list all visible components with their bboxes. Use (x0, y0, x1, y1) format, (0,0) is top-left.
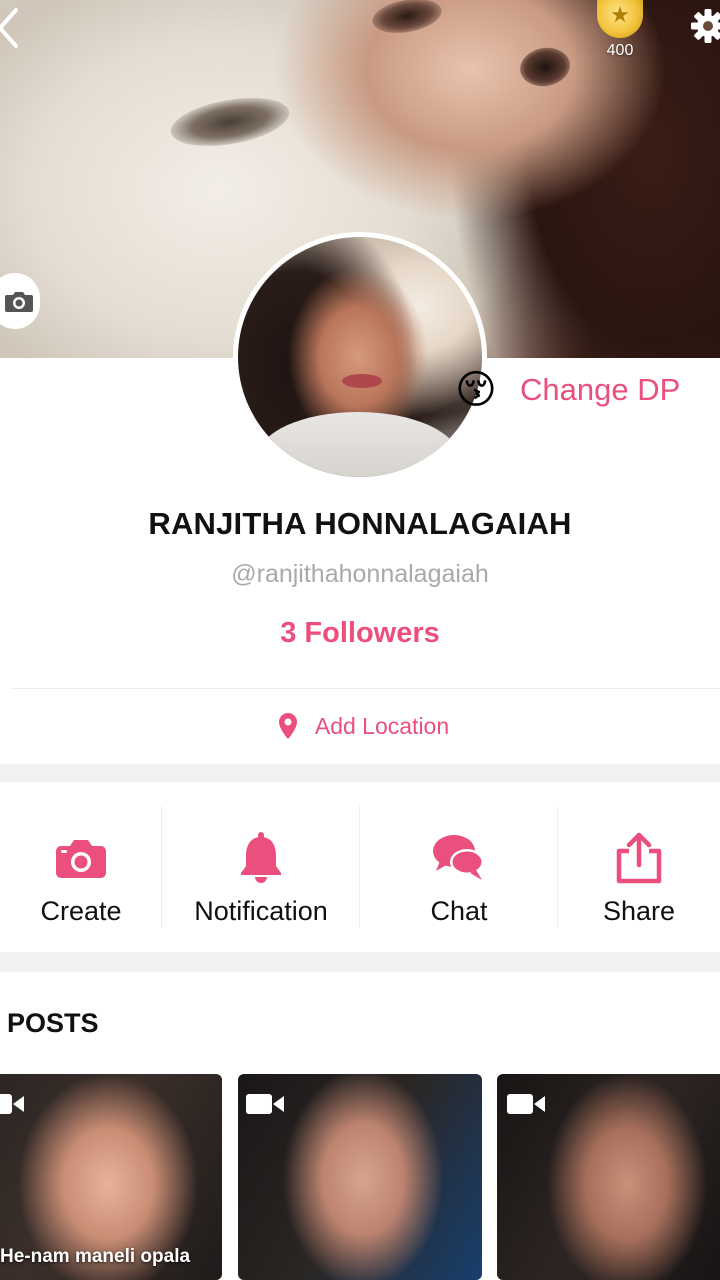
create-button[interactable]: Create (0, 800, 162, 935)
camera-icon (56, 840, 106, 878)
share-label: Share (602, 896, 676, 926)
avatar-detail (342, 374, 382, 388)
notification-button[interactable]: Notification (162, 800, 360, 935)
share-button[interactable]: Share (558, 800, 720, 935)
coin-icon: ★ (597, 0, 643, 38)
section-separator (0, 764, 720, 782)
chat-button[interactable]: Chat (360, 800, 558, 935)
post-thumbnail[interactable] (497, 1074, 720, 1280)
location-pin-icon (278, 713, 297, 739)
share-icon (616, 832, 662, 884)
chevron-left-icon (0, 8, 18, 48)
bell-icon (241, 832, 281, 883)
settings-button[interactable] (690, 6, 720, 46)
chat-label: Chat (430, 896, 488, 926)
cover-photo-detail (369, 0, 445, 38)
chat-bubbles-icon (433, 835, 484, 880)
posts-heading: POSTS (7, 1008, 99, 1038)
camera-icon (5, 292, 33, 312)
profile-name: RANJITHA HONNALAGAIAH (148, 506, 572, 541)
cover-photo-detail (517, 43, 573, 91)
section-separator (0, 952, 720, 972)
kissing-face-emoji-icon: 😚 (455, 368, 497, 412)
add-location-label: Add Location (314, 712, 450, 739)
post-caption: He-nam maneli opala (0, 1246, 191, 1267)
notification-label: Notification (194, 896, 328, 926)
coin-balance[interactable]: ★ 400 (596, 0, 644, 62)
post-thumbnail[interactable]: He-nam maneli opala (0, 1074, 222, 1280)
change-dp-button[interactable]: Change DP (520, 370, 680, 410)
profile-handle: @ranjithahonnalagaiah (231, 560, 489, 588)
video-camera-icon (507, 1094, 545, 1114)
coin-count: 400 (606, 42, 634, 59)
followers-count[interactable]: 3 Followers (0, 617, 720, 650)
post-thumbnail[interactable] (238, 1074, 482, 1280)
create-label: Create (40, 896, 122, 926)
add-location-button[interactable]: Add Location (0, 706, 720, 746)
gear-icon (691, 9, 720, 43)
video-camera-icon (0, 1094, 24, 1114)
profile-avatar[interactable] (233, 232, 487, 482)
divider (10, 688, 720, 689)
back-button[interactable] (0, 4, 40, 52)
avatar-detail (258, 412, 458, 477)
video-camera-icon (246, 1094, 284, 1114)
action-bar: Create Notification Chat Share (0, 800, 720, 935)
cover-photo-detail (167, 89, 293, 155)
